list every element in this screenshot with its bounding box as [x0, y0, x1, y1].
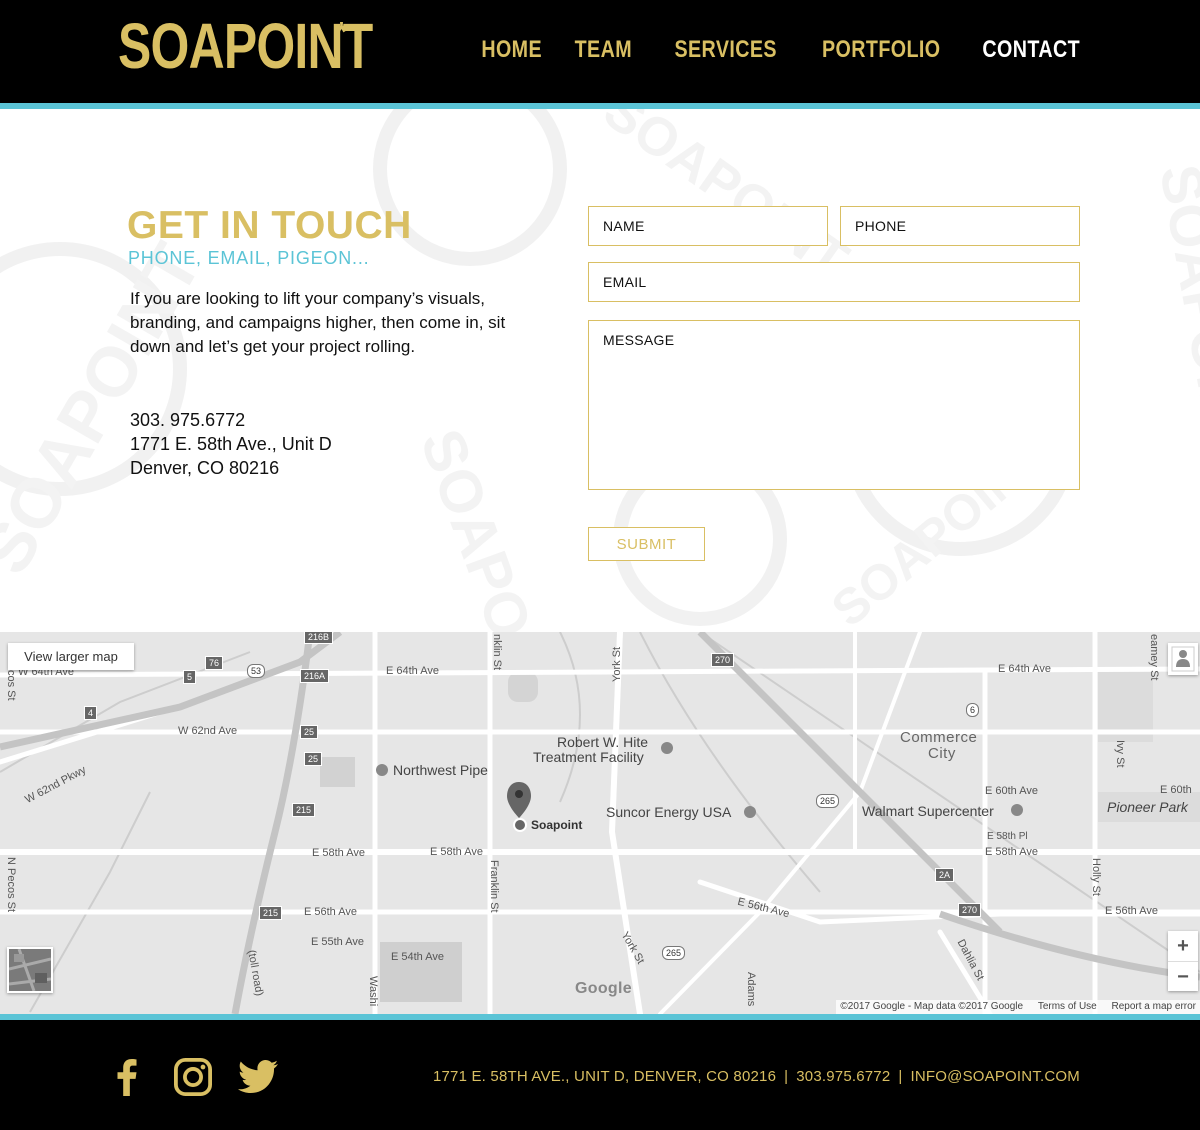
zoom-controls: + − — [1168, 931, 1198, 991]
map-label: E 64th Ave — [998, 663, 1052, 675]
map-label: eamey St — [1148, 634, 1160, 681]
map-label: Robert W. Hite — [557, 734, 649, 750]
contact-subheading: PHONE, EMAIL, PIGEON... — [128, 248, 370, 268]
map-label: E 56th Ave — [304, 906, 358, 918]
footer-phone[interactable]: 303.975.6772 — [796, 1068, 890, 1085]
google-logo: Google — [575, 980, 632, 997]
map-base — [0, 632, 1200, 1014]
map-label: Commerce — [900, 729, 978, 746]
instagram-icon[interactable] — [174, 1057, 212, 1097]
map-label: E 58th Pl — [987, 831, 1028, 842]
route-shield: 265 — [662, 946, 686, 960]
map-label: E 60th Ave — [985, 785, 1039, 797]
map-label: E 58th Ave — [430, 846, 484, 858]
pegman-icon[interactable] — [1168, 643, 1198, 675]
map-label: Northwest Pipe — [393, 762, 488, 778]
route-shield: 6 — [966, 703, 980, 717]
main-nav: HOME TEAM SERVICES PORTFOLIO CONTACT — [448, 36, 1080, 64]
route-shield: 265 — [816, 794, 840, 808]
map-data-credit: ©2017 Google - Map data ©2017 Google — [840, 1001, 1024, 1012]
satellite-toggle-thumbnail[interactable] — [7, 947, 53, 993]
email-input[interactable] — [588, 262, 1080, 302]
map-label: Treatment Facility — [533, 749, 644, 765]
map-label: E 55th Ave — [311, 936, 365, 948]
contact-details: 303. 975.6772 1771 E. 58th Ave., Unit D … — [130, 408, 332, 480]
map-label: Suncor Energy USA — [606, 804, 732, 820]
route-shield: 25 — [300, 725, 319, 739]
map-label: City — [928, 745, 956, 762]
footer-contact-info: 1771 E. 58TH AVE., UNIT D, DENVER, CO 80… — [433, 1068, 1080, 1085]
map-label: W 62nd Ave — [178, 725, 238, 737]
map-attribution: ©2017 Google - Map data ©2017 Google Ter… — [836, 1000, 1200, 1014]
map-label: York St — [611, 646, 623, 682]
name-input[interactable] — [588, 206, 828, 246]
map-label: Pioneer Park — [1107, 799, 1188, 815]
map-label: E 56th Ave — [1105, 905, 1159, 917]
report-map-error-link[interactable]: Report a map error — [1112, 1001, 1196, 1012]
map-label: Ivy St — [1114, 740, 1126, 768]
phone-input[interactable] — [840, 206, 1080, 246]
svg-text:SOAPOINT: SOAPOINT — [1147, 160, 1200, 470]
map-label: E 58th Ave — [312, 847, 366, 859]
contact-section: SOAPOINT SOAPOINT SOAPOINT SOAPOINT SOAP… — [0, 109, 1200, 632]
zoom-out-button[interactable]: − — [1168, 961, 1198, 991]
map-label: Washi — [367, 976, 379, 1007]
embedded-map[interactable]: E 64th Ave E 64th Ave W 64th Ave W 62nd … — [0, 632, 1200, 1014]
submit-button[interactable]: SUBMIT — [588, 527, 705, 561]
contact-heading: GET IN TOUCH — [127, 204, 412, 247]
facebook-icon[interactable] — [108, 1057, 146, 1097]
footer-separator: | — [898, 1068, 903, 1085]
map-pin-label[interactable]: Soapoint — [531, 818, 582, 832]
twitter-icon[interactable] — [238, 1057, 278, 1097]
nav-contact[interactable]: CONTACT — [982, 36, 1080, 64]
map-label: nklin St — [491, 634, 503, 671]
map-label: E 60th — [1160, 784, 1192, 796]
nav-home[interactable]: HOME — [481, 36, 542, 64]
route-shield: 215 — [259, 906, 283, 920]
view-larger-map-link[interactable]: View larger map — [8, 643, 134, 670]
site-footer: 1771 E. 58TH AVE., UNIT D, DENVER, CO 80… — [0, 1020, 1200, 1130]
route-shield: 270 — [711, 653, 735, 667]
map-label: Adams — [745, 972, 757, 1007]
route-shield: 2A — [935, 868, 955, 882]
soapoint-logo[interactable]: SOAPOINT — [118, 14, 373, 78]
svg-text:SOAPOINT: SOAPOINT — [408, 421, 578, 632]
map-label: cos St — [5, 670, 17, 701]
footer-separator: | — [784, 1068, 789, 1085]
route-shield: 25 — [304, 752, 323, 766]
route-shield: 216A — [300, 669, 330, 683]
route-shield: 215 — [292, 803, 316, 817]
footer-address: 1771 E. 58TH AVE., UNIT D, DENVER, CO 80… — [432, 1068, 777, 1085]
logo-asterisk: * — [336, 16, 347, 47]
route-shield: 5 — [183, 670, 197, 684]
map-label: E 54th Ave — [391, 951, 445, 963]
contact-intro: If you are looking to lift your company’… — [130, 289, 506, 356]
footer-email[interactable]: INFO@SOAPOINT.COM — [911, 1068, 1080, 1085]
contact-address-line2: Denver, CO 80216 — [130, 458, 280, 478]
zoom-in-button[interactable]: + — [1168, 931, 1198, 961]
nav-team[interactable]: TEAM — [574, 36, 631, 64]
message-textarea[interactable] — [588, 320, 1080, 490]
contact-phone[interactable]: 303. 975.6772 — [130, 408, 332, 432]
map-label: E 64th Ave — [386, 665, 440, 677]
map-label: Holly St — [1090, 858, 1102, 896]
nav-services[interactable]: SERVICES — [674, 36, 776, 64]
route-shield: 76 — [205, 656, 224, 670]
route-shield: 4 — [84, 706, 98, 720]
contact-address-line1: 1771 E. 58th Ave., Unit D — [130, 434, 332, 454]
terms-of-use-link[interactable]: Terms of Use — [1038, 1001, 1097, 1012]
route-shield: 216B — [304, 632, 334, 644]
route-shield: 270 — [958, 903, 982, 917]
map-label: Franklin St — [488, 860, 500, 913]
map-label: Walmart Supercenter — [862, 803, 994, 819]
map-label: E 58th Ave — [985, 846, 1039, 858]
nav-portfolio[interactable]: PORTFOLIO — [822, 36, 940, 64]
route-shield: 53 — [247, 664, 266, 678]
site-header: SOAPOINT * HOME TEAM SERVICES PORTFOLIO … — [0, 0, 1200, 103]
map-label: N Pecos St — [5, 857, 17, 913]
